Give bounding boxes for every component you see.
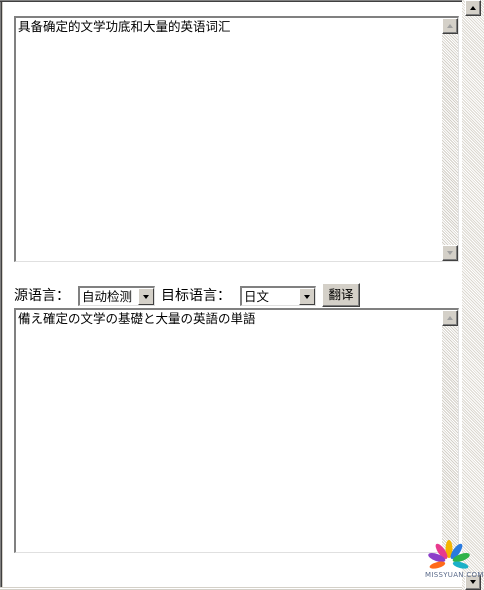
result-textarea[interactable]: 備え確定の文学の基礎と大量の英語の単語 (14, 308, 459, 553)
scroll-up-arrow-icon (447, 316, 453, 320)
source-textarea-scrollbar[interactable] (442, 18, 458, 261)
scroll-down-arrow-icon (447, 251, 453, 255)
page-scrollbar[interactable] (462, 0, 484, 590)
source-language-select[interactable]: 自动检测 (78, 286, 155, 306)
target-language-select[interactable]: 日文 (240, 286, 316, 306)
target-language-dropdown-button[interactable] (299, 288, 315, 305)
target-language-value: 日文 (244, 289, 270, 304)
result-text: 備え確定の文学の基礎と大量の英語の単語 (18, 311, 256, 326)
result-scroll-up-button[interactable] (442, 310, 458, 326)
source-textarea[interactable]: 具备确定的文学功底和大量的英语词汇 (14, 16, 459, 262)
source-text: 具备确定的文学功底和大量的英语词汇 (18, 19, 231, 34)
source-language-dropdown-button[interactable] (138, 288, 154, 305)
translate-button[interactable]: 翻译 (322, 283, 360, 307)
result-textarea-scrollbar[interactable] (442, 310, 458, 552)
source-language-value: 自动检测 (82, 289, 133, 304)
watermark-text: MISSYUAN.COM (425, 571, 484, 579)
source-language-label: 源语言： (14, 288, 70, 304)
dropdown-arrow-icon (143, 295, 149, 299)
source-scroll-up-button[interactable] (442, 18, 458, 34)
dropdown-arrow-icon (304, 295, 310, 299)
target-language-label: 目标语言： (161, 288, 231, 304)
page-scroll-up-button[interactable] (465, 0, 481, 16)
source-scroll-down-button[interactable] (442, 245, 458, 261)
scroll-up-arrow-icon (447, 24, 453, 28)
scroll-down-arrow-icon (470, 580, 476, 584)
scroll-up-arrow-icon (470, 6, 476, 10)
window-frame-top (0, 0, 462, 2)
window-frame-left (0, 0, 3, 590)
